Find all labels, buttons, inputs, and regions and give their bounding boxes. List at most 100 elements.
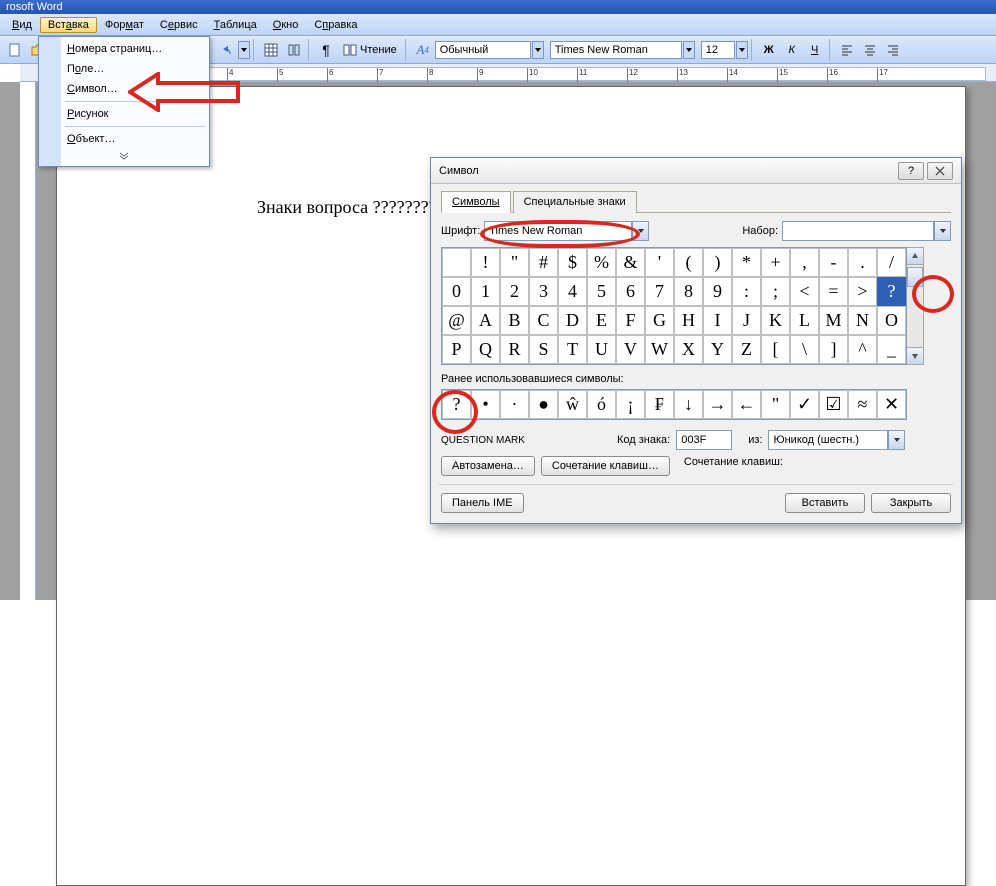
symbol-cell[interactable]: J — [732, 306, 761, 335]
symbol-cell[interactable]: > — [848, 277, 877, 306]
style-combo[interactable]: Обычный — [435, 41, 531, 59]
set-select-arrow[interactable] — [934, 221, 951, 241]
symbol-cell[interactable]: 5 — [587, 277, 616, 306]
symbol-cell[interactable]: R — [500, 335, 529, 364]
symbol-cell[interactable]: L — [790, 306, 819, 335]
symbol-cell[interactable]: 7 — [645, 277, 674, 306]
scroll-up-icon[interactable] — [907, 248, 923, 265]
symbol-cell[interactable]: A — [471, 306, 500, 335]
autocorrect-button[interactable]: Автозамена… — [441, 456, 535, 476]
menubar-item-формат[interactable]: Формат — [97, 17, 152, 33]
symbol-cell[interactable]: ? — [877, 277, 906, 306]
recent-symbol-cell[interactable]: ← — [732, 390, 761, 419]
code-input[interactable]: 003F — [676, 430, 732, 450]
from-select[interactable]: Юникод (шестн.) — [768, 430, 888, 450]
size-combo-arrow[interactable] — [736, 41, 748, 59]
symbol-cell[interactable]: Q — [471, 335, 500, 364]
symbol-cell[interactable]: [ — [761, 335, 790, 364]
font-select-arrow[interactable] — [632, 221, 649, 241]
symbol-cell[interactable]: 0 — [442, 277, 471, 306]
symbol-cell[interactable]: E — [587, 306, 616, 335]
symbol-cell[interactable]: P — [442, 335, 471, 364]
symbol-cell[interactable]: \ — [790, 335, 819, 364]
dropdown-item-2[interactable]: Символ… — [39, 79, 209, 99]
symbol-cell[interactable]: ' — [645, 248, 674, 277]
recent-symbol-cell[interactable]: ó — [587, 390, 616, 419]
recent-symbol-cell[interactable]: ✓ — [790, 390, 819, 419]
undo-dropdown[interactable] — [238, 41, 250, 59]
symbol-cell[interactable]: @ — [442, 306, 471, 335]
symbol-cell[interactable]: F — [616, 306, 645, 335]
symbol-cell[interactable]: Z — [732, 335, 761, 364]
dialog-close-button[interactable] — [927, 162, 953, 180]
underline-button[interactable]: Ч — [804, 39, 826, 61]
tab-special[interactable]: Специальные знаки — [513, 191, 637, 213]
columns-icon[interactable] — [283, 39, 305, 61]
symbol-cell[interactable]: , — [790, 248, 819, 277]
recent-symbol-cell[interactable]: ₣ — [645, 390, 674, 419]
new-doc-icon[interactable] — [4, 39, 26, 61]
dropdown-item-3[interactable]: Рисунок — [39, 104, 209, 124]
symbol-cell[interactable]: & — [616, 248, 645, 277]
dropdown-item-4[interactable]: Объект… — [39, 129, 209, 149]
symbol-cell[interactable]: 2 — [500, 277, 529, 306]
align-right-icon[interactable] — [882, 39, 904, 61]
recent-symbol-cell[interactable]: ● — [529, 390, 558, 419]
table-icon[interactable] — [260, 39, 282, 61]
symbol-cell[interactable]: 8 — [674, 277, 703, 306]
show-marks-icon[interactable]: ¶ — [315, 39, 337, 61]
menubar-item-вставка[interactable]: Вставка — [40, 17, 97, 33]
recent-symbol-cell[interactable]: · — [500, 390, 529, 419]
scroll-thumb[interactable] — [907, 267, 923, 287]
symbol-cell[interactable]: H — [674, 306, 703, 335]
symbol-cell[interactable]: U — [587, 335, 616, 364]
symbol-cell[interactable]: _ — [877, 335, 906, 364]
recent-symbol-cell[interactable]: ↓ — [674, 390, 703, 419]
recent-symbol-cell[interactable]: ? — [442, 390, 471, 419]
symbol-cell[interactable]: < — [790, 277, 819, 306]
symbol-cell[interactable]: 3 — [529, 277, 558, 306]
reading-layout-button[interactable]: Чтение — [338, 39, 402, 61]
dropdown-item-0[interactable]: Номера страниц… — [39, 39, 209, 59]
symbol-cell[interactable]: ] — [819, 335, 848, 364]
insert-button[interactable]: Вставить — [785, 493, 865, 513]
menubar-item-сервис[interactable]: Сервис — [152, 17, 206, 33]
ime-panel-button[interactable]: Панель IME — [441, 493, 524, 513]
font-combo-arrow[interactable] — [683, 41, 695, 59]
dropdown-expand-icon[interactable] — [39, 149, 209, 164]
size-combo[interactable]: 12 — [701, 41, 735, 59]
symbol-cell[interactable]: I — [703, 306, 732, 335]
menubar-item-таблица[interactable]: Таблица — [206, 17, 265, 33]
recent-symbol-cell[interactable]: • — [471, 390, 500, 419]
style-combo-arrow[interactable] — [532, 41, 544, 59]
symbol-cell[interactable]: B — [500, 306, 529, 335]
document-text[interactable]: Знаки вопроса ???????? — [257, 197, 437, 218]
close-button[interactable]: Закрыть — [871, 493, 951, 513]
symbol-cell[interactable]: X — [674, 335, 703, 364]
recent-symbol-cell[interactable]: ¡ — [616, 390, 645, 419]
symbol-cell[interactable]: 9 — [703, 277, 732, 306]
symbol-cell[interactable]: ^ — [848, 335, 877, 364]
dialog-titlebar[interactable]: Символ ? — [431, 158, 961, 184]
scroll-down-icon[interactable] — [907, 347, 923, 364]
align-center-icon[interactable] — [859, 39, 881, 61]
recent-symbol-cell[interactable]: ✕ — [877, 390, 906, 419]
symbol-cell[interactable]: O — [877, 306, 906, 335]
symbol-cell[interactable]: * — [732, 248, 761, 277]
symbol-cell[interactable]: D — [558, 306, 587, 335]
symbol-cell[interactable]: M — [819, 306, 848, 335]
shortcut-button[interactable]: Сочетание клавиш… — [541, 456, 670, 476]
symbol-cell[interactable]: ! — [471, 248, 500, 277]
menubar-item-справка[interactable]: Справка — [306, 17, 365, 33]
symbol-cell[interactable]: 6 — [616, 277, 645, 306]
recent-symbol-cell[interactable]: → — [703, 390, 732, 419]
undo-icon[interactable] — [215, 39, 237, 61]
symbol-cell[interactable]: + — [761, 248, 790, 277]
symbol-cell[interactable]: ; — [761, 277, 790, 306]
symbol-cell[interactable]: : — [732, 277, 761, 306]
font-combo[interactable]: Times New Roman — [550, 41, 682, 59]
symbol-cell[interactable]: 1 — [471, 277, 500, 306]
symbol-cell[interactable]: # — [529, 248, 558, 277]
recent-symbol-cell[interactable]: ☑ — [819, 390, 848, 419]
symbol-scrollbar[interactable] — [907, 247, 924, 365]
